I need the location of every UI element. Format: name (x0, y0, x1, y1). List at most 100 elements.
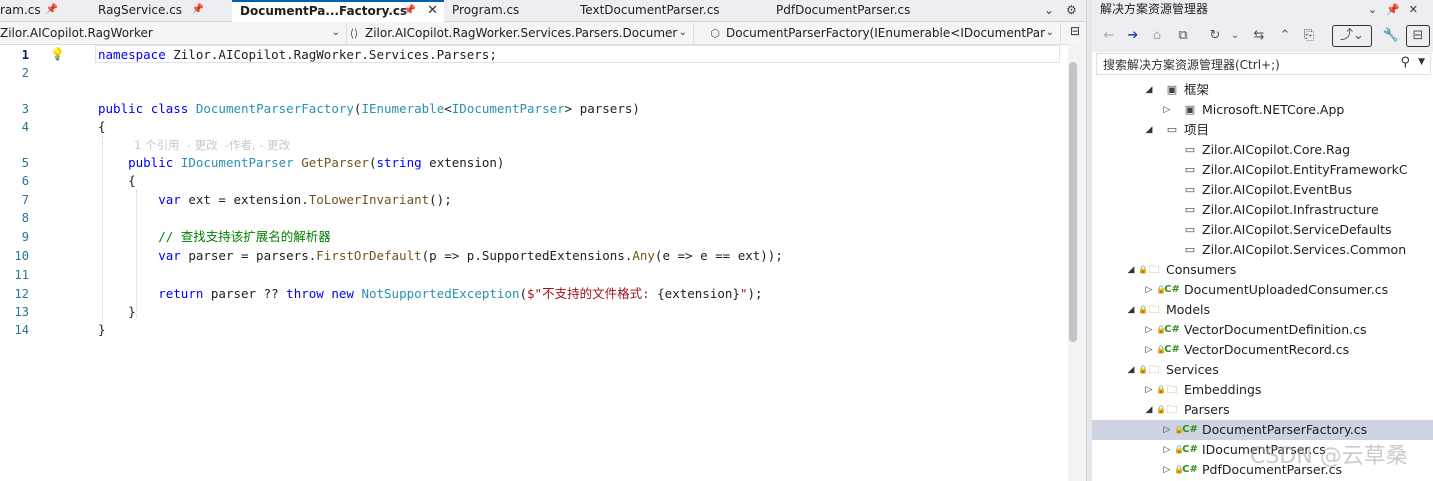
expand-arrow-icon[interactable]: ▷ (1162, 460, 1172, 480)
pin-icon[interactable]: 📌 (192, 0, 204, 20)
tree-file[interactable]: ▷ 🔒 C# VectorDocumentDefinition.cs (1092, 320, 1433, 340)
line-number: 12 (14, 287, 29, 301)
tree-item[interactable]: ◢ ▣ 框架 (1092, 80, 1433, 100)
tree-file[interactable]: ▷ 🔒 C# DocumentUploadedConsumer.cs (1092, 280, 1433, 300)
namespace-dropdown[interactable]: ⟨⟩ Zilor.AICopilot.RagWorker.Services.Par… (347, 23, 694, 43)
tree-item[interactable]: ▭ Zilor.AICopilot.Core.Rag (1092, 140, 1433, 160)
line-number: 4 (21, 120, 29, 134)
member-dropdown[interactable]: ⬡ DocumentParserFactory(IEnumerable<IDocu… (708, 23, 1061, 43)
tree-item[interactable]: ▭ Zilor.AICopilot.EntityFrameworkC (1092, 160, 1433, 180)
tree-item[interactable]: ▭ Zilor.AICopilot.ServiceDefaults (1092, 220, 1433, 240)
tab-label: RagService.cs (98, 3, 183, 17)
comment: // 查找支持该扩展名的解析器 (158, 229, 331, 244)
tree-folder[interactable]: ◢ 🔒 🗀 Parsers (1092, 400, 1433, 420)
folder-icon: 🗀 (1166, 403, 1178, 416)
search-input[interactable] (1101, 56, 1395, 74)
show-all-files-icon[interactable]: ⎘ (1300, 26, 1318, 46)
properties-wrench-icon[interactable]: 🔧 (1382, 26, 1400, 46)
method-name: Any (632, 248, 655, 263)
tree-item-label: DocumentUploadedConsumer.cs (1184, 282, 1389, 297)
solution-explorer-search[interactable]: ⚲ ▼ (1096, 53, 1431, 75)
tree-item-label: Zilor.AICopilot.Core.Rag (1202, 142, 1351, 157)
forward-icon[interactable]: ➔ (1124, 26, 1142, 46)
tab-program[interactable]: Program.cs (446, 0, 566, 21)
tree-item[interactable]: ▷ ▣ Microsoft.NETCore.App (1092, 100, 1433, 120)
tree-item-label: Embeddings (1184, 382, 1262, 397)
scrollbar-thumb[interactable] (1069, 62, 1077, 342)
code-editor[interactable]: ram.cs 📌 RagService.cs 📌 DocumentPa...Fa… (0, 0, 1086, 481)
code-text: { (98, 119, 106, 134)
code-text: extension) (421, 155, 505, 170)
pending-changes-filter-icon[interactable]: ⤴⌄ (1332, 25, 1372, 47)
expand-arrow-icon[interactable]: ▷ (1144, 280, 1154, 300)
split-editor-icon[interactable]: ⊟ (1070, 24, 1080, 38)
tree-item-label: Services (1166, 362, 1219, 377)
chevron-down-icon[interactable]: ⌄ (1226, 26, 1244, 46)
search-icon[interactable]: ⚲ (1400, 55, 1410, 70)
lightbulb-icon[interactable]: 💡 (50, 47, 65, 61)
watermark: CSDN @云草桑 (1250, 444, 1408, 469)
project-icon: ▭ (1184, 223, 1196, 236)
tree-item[interactable]: ▭ Zilor.AICopilot.EventBus (1092, 180, 1433, 200)
tree-folder[interactable]: ◢ 🔒 🗀 Consumers (1092, 260, 1433, 280)
folder-icon: 🗀 (1166, 383, 1178, 396)
switch-views-icon[interactable]: ⧉ (1174, 26, 1192, 46)
tree-item[interactable]: ▭ Zilor.AICopilot.Services.Common (1092, 240, 1433, 260)
sync-icon[interactable]: ⇆ (1250, 26, 1268, 46)
project-icon: ▭ (1184, 243, 1196, 256)
codelens-references[interactable]: 1 个引用 - 更改 -作者, - 更改 (134, 136, 290, 154)
tree-file[interactable]: ▷ 🔒 C# DocumentParserFactory.cs (1092, 420, 1433, 440)
preview-icon[interactable]: ⊟ (1406, 25, 1430, 47)
back-icon[interactable]: ← (1100, 26, 1118, 46)
expand-arrow-icon[interactable]: ▷ (1162, 440, 1172, 460)
home-icon[interactable]: ⌂ (1148, 26, 1166, 46)
expand-arrow-icon[interactable]: ▷ (1162, 100, 1172, 120)
history-icon[interactable]: ↻ (1206, 26, 1224, 46)
project-icon: ▭ (1184, 183, 1196, 196)
chevron-down-icon[interactable]: ▼ (1418, 57, 1425, 67)
code-area[interactable]: namespace Zilor.AICopilot.RagWorker.Serv… (98, 44, 1068, 481)
expand-arrow-icon[interactable]: ▷ (1144, 380, 1154, 400)
collapse-arrow-icon[interactable]: ◢ (1144, 120, 1154, 140)
close-icon[interactable]: ✕ (427, 2, 438, 20)
pin-icon[interactable]: 📌 (404, 2, 416, 20)
expand-arrow-icon[interactable]: ▷ (1144, 340, 1154, 360)
collapse-all-icon[interactable]: ⌃ (1276, 26, 1294, 46)
tab-pdfdocumentparser[interactable]: PdfDocumentParser.cs (768, 0, 938, 21)
collapse-arrow-icon[interactable]: ◢ (1126, 360, 1136, 380)
project-icon: ▭ (1166, 123, 1178, 136)
tab-program-partial[interactable]: ram.cs 📌 (0, 0, 62, 21)
collapse-arrow-icon[interactable]: ◢ (1126, 300, 1136, 320)
tab-textdocumentparser[interactable]: TextDocumentParser.cs (572, 0, 762, 21)
code-line-9: // 查找支持该扩展名的解析器 (98, 228, 331, 246)
tree-file[interactable]: ▷ 🔒 C# VectorDocumentRecord.cs (1092, 340, 1433, 360)
tree-item[interactable]: ▭ Zilor.AICopilot.Infrastructure (1092, 200, 1433, 220)
expand-arrow-icon[interactable]: ▷ (1162, 420, 1172, 440)
csharp-file-icon: C# (1182, 444, 1198, 455)
code-text: (); (429, 192, 452, 207)
tree-folder[interactable]: ◢ 🔒 🗀 Models (1092, 300, 1433, 320)
panel-window-buttons[interactable]: ⌄📌✕ (1368, 0, 1427, 19)
project-dropdown[interactable]: Zilor.AICopilot.RagWorker ⌄ (0, 23, 347, 43)
tab-documentparserfactory[interactable]: DocumentPa...Factory.cs 📌 ✕ (232, 0, 444, 23)
solution-tree: ◢ ▣ 框架 ▷ ▣ Microsoft.NETCore.App ◢ ▭ 项目 ▭ Zilor.AI… (1092, 80, 1433, 481)
string-literal: $"不支持的文件格式: (527, 286, 658, 301)
line-number: 14 (14, 323, 29, 337)
gear-icon[interactable]: ⚙ (1066, 0, 1077, 21)
tab-ragservice[interactable]: RagService.cs 📌 (66, 0, 228, 21)
tab-overflow-icon[interactable]: ⌄ (1044, 0, 1054, 21)
line-number: 11 (14, 268, 29, 282)
line-number: 10 (14, 249, 29, 263)
pin-icon[interactable]: 📌 (46, 0, 58, 20)
project-dropdown-label: Zilor.AICopilot.RagWorker (0, 26, 153, 40)
collapse-arrow-icon[interactable]: ◢ (1144, 400, 1154, 420)
tree-item-label: Zilor.AICopilot.ServiceDefaults (1202, 222, 1392, 237)
tree-folder[interactable]: ◢ 🔒 🗀 Services (1092, 360, 1433, 380)
type-name: IEnumerable (361, 101, 445, 116)
tree-folder[interactable]: ▷ 🔒 🗀 Embeddings (1092, 380, 1433, 400)
expand-arrow-icon[interactable]: ▷ (1144, 320, 1154, 340)
collapse-arrow-icon[interactable]: ◢ (1144, 80, 1154, 100)
tree-item[interactable]: ◢ ▭ 项目 (1092, 120, 1433, 140)
collapse-arrow-icon[interactable]: ◢ (1126, 260, 1136, 280)
line-number-gutter: 1 2 3 4 5 6 7 8 9 10 11 12 13 14 (0, 44, 95, 481)
